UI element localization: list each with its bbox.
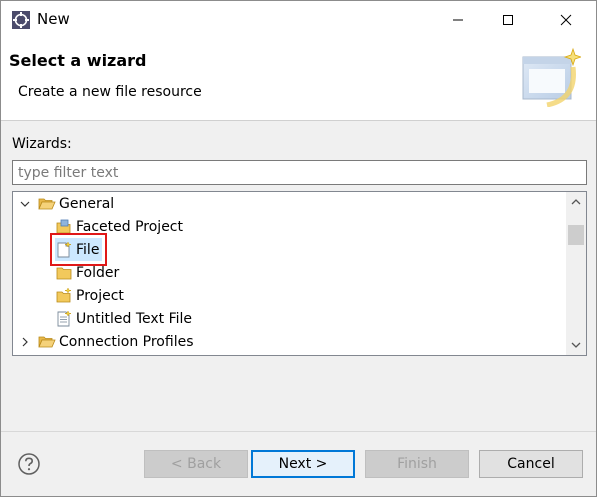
banner-title: Select a wizard <box>9 51 147 70</box>
tree-item-project[interactable]: Project <box>55 284 124 307</box>
tree-item-general[interactable]: General <box>18 192 114 215</box>
wizard-banner-icon <box>519 47 583 108</box>
tree-item-untitled-text-file[interactable]: Untitled Text File <box>55 307 192 330</box>
back-button[interactable]: < Back <box>144 450 248 478</box>
help-icon <box>18 453 40 475</box>
tree-item-label: Untitled Text File <box>76 310 193 327</box>
tree-item-connection-profiles[interactable]: Connection Profiles <box>18 330 194 353</box>
finish-button[interactable]: Finish <box>365 450 469 478</box>
project-icon <box>55 287 73 304</box>
cancel-button[interactable]: Cancel <box>479 450 583 478</box>
folder-open-icon <box>38 196 56 212</box>
tree-item-label: General <box>59 195 115 212</box>
new-wizard-dialog: New Select a wizard Create a new file re… <box>0 0 597 497</box>
chevron-down-icon <box>571 342 581 348</box>
footer-separator <box>1 431 596 432</box>
chevron-right-icon[interactable] <box>18 335 32 349</box>
title-bar: New <box>1 1 596 39</box>
tree-item-label: Folder <box>76 264 120 281</box>
maximize-button[interactable] <box>485 1 531 39</box>
text-file-icon <box>55 310 73 327</box>
tree-item-label: Connection Profiles <box>59 333 194 350</box>
highlight-box <box>50 233 107 266</box>
next-button[interactable]: Next > <box>251 450 355 478</box>
scroll-down-button[interactable] <box>566 335 586 355</box>
minimize-button[interactable] <box>435 1 481 39</box>
folder-icon <box>55 265 73 281</box>
folder-open-icon <box>38 334 56 350</box>
eclipse-app-icon <box>11 10 31 30</box>
help-button[interactable] <box>17 452 41 476</box>
minimize-icon <box>453 19 463 21</box>
chevron-down-icon[interactable] <box>18 197 32 211</box>
window-title: New <box>37 10 70 28</box>
wizard-tree: General Faceted Project File Folder Proj… <box>12 191 587 356</box>
banner-description: Create a new file resource <box>18 84 202 100</box>
scroll-up-button[interactable] <box>566 192 586 212</box>
chevron-up-icon <box>571 199 581 205</box>
maximize-icon <box>503 15 513 25</box>
tree-scrollbar[interactable] <box>566 192 586 355</box>
close-icon <box>560 14 572 26</box>
wizard-header-banner: Select a wizard Create a new file resour… <box>1 39 596 121</box>
tree-item-label: Project <box>76 287 124 304</box>
wizards-label: Wizards: <box>12 136 72 152</box>
filter-input[interactable] <box>12 160 587 185</box>
close-button[interactable] <box>543 1 589 39</box>
scroll-thumb[interactable] <box>568 225 584 245</box>
